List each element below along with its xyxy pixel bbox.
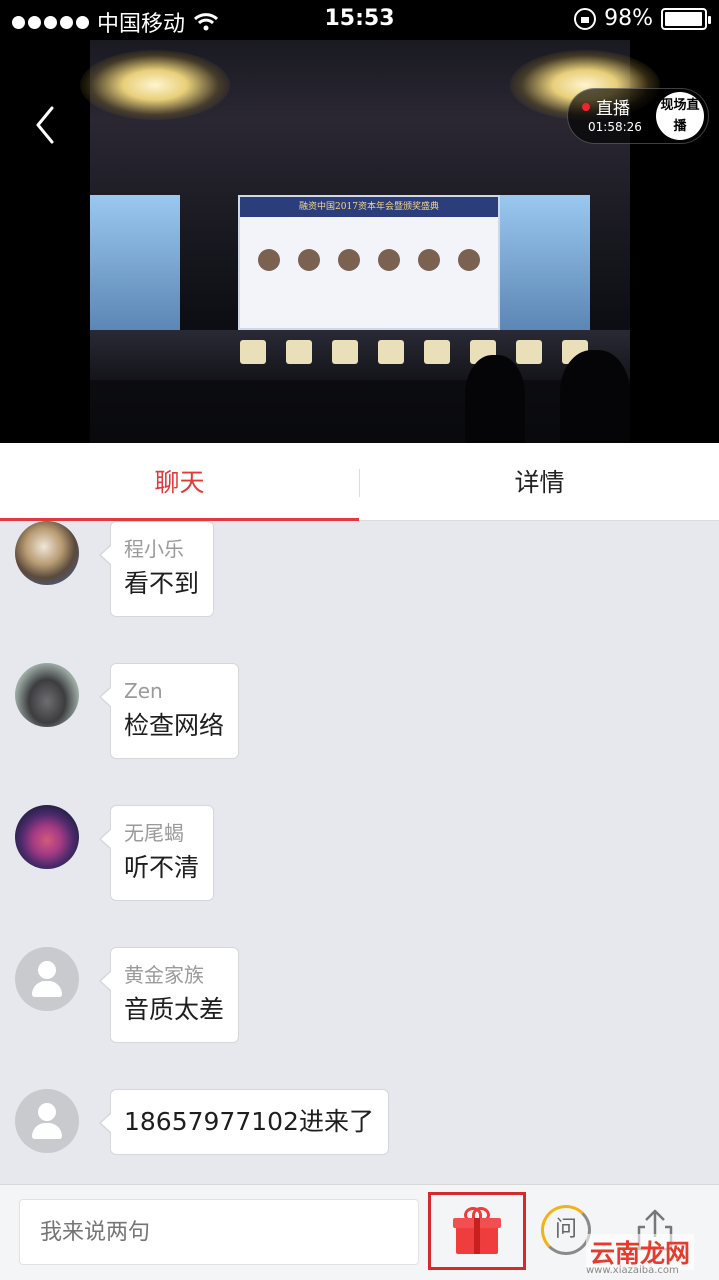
message-bubble: Zen 检查网络 (98, 663, 240, 759)
message-text: 音质太差 (124, 995, 225, 1024)
message-bubble: 无尾蝎 听不清 (98, 805, 215, 901)
tab-bar: 聊天 详情 (0, 443, 719, 521)
live-label: 直播 (596, 99, 630, 119)
message-text: 听不清 (124, 853, 200, 882)
default-avatar-icon[interactable] (15, 947, 79, 1011)
sender-name: 无尾蝎 (124, 821, 184, 845)
sender-name: 黄金家族 (124, 963, 204, 987)
battery-icon (661, 7, 711, 30)
comment-input[interactable] (19, 1199, 419, 1265)
battery-percent: 98% (604, 6, 653, 31)
side-screen-right (500, 195, 590, 330)
message-text: 检查网络 (124, 711, 225, 740)
main-screen: 融资中国2017资本年会暨颁奖盛典 (238, 195, 500, 330)
rotation-lock-icon (574, 7, 597, 30)
avatar[interactable] (15, 805, 79, 869)
gift-icon (453, 1218, 501, 1254)
status-bar: 中国移动 15:53 98% (0, 0, 719, 40)
question-icon[interactable]: 问 (541, 1205, 591, 1255)
audience-silhouette (465, 355, 525, 443)
back-icon[interactable] (28, 100, 68, 150)
gift-button[interactable] (428, 1192, 526, 1270)
avatar[interactable] (15, 663, 79, 727)
tab-detail[interactable]: 详情 (360, 443, 719, 521)
default-avatar-icon[interactable] (15, 1089, 79, 1153)
avatar[interactable] (15, 521, 79, 585)
live-elapsed-time: 01:58:26 (588, 120, 642, 134)
watermark-url: www.xiazaiba.com (586, 1265, 679, 1276)
sender-name: Zen (124, 679, 163, 703)
status-right: 98% (574, 6, 711, 31)
message-text: 18657977102进来了 (124, 1107, 374, 1136)
live-dot-icon (582, 103, 590, 111)
battery-fill (665, 11, 703, 26)
message-text: 看不到 (124, 569, 200, 598)
chandelier-left (80, 50, 230, 120)
message-bubble: 程小乐 看不到 (98, 521, 215, 617)
chat-list[interactable]: 程小乐 看不到 Zen 检查网络 无尾蝎 听不清 黄金家族 音质太差 18657… (0, 521, 719, 1184)
channel-logo[interactable]: 现场直播 (656, 92, 704, 140)
message-bubble: 黄金家族 音质太差 (98, 947, 240, 1043)
live-video-player[interactable]: 融资中国2017资本年会暨颁奖盛典 直播 01:58:26 现场直播 (0, 40, 719, 443)
screen-banner: 融资中国2017资本年会暨颁奖盛典 (240, 197, 498, 217)
message-bubble: 18657977102进来了 (99, 1089, 389, 1155)
video-frame: 融资中国2017资本年会暨颁奖盛典 (80, 40, 660, 443)
sender-name: 程小乐 (124, 537, 184, 561)
audience-silhouette (560, 350, 630, 443)
live-indicator: 直播 01:58:26 现场直播 (567, 88, 709, 144)
tab-chat[interactable]: 聊天 (0, 443, 359, 521)
side-screen-left (90, 195, 180, 330)
